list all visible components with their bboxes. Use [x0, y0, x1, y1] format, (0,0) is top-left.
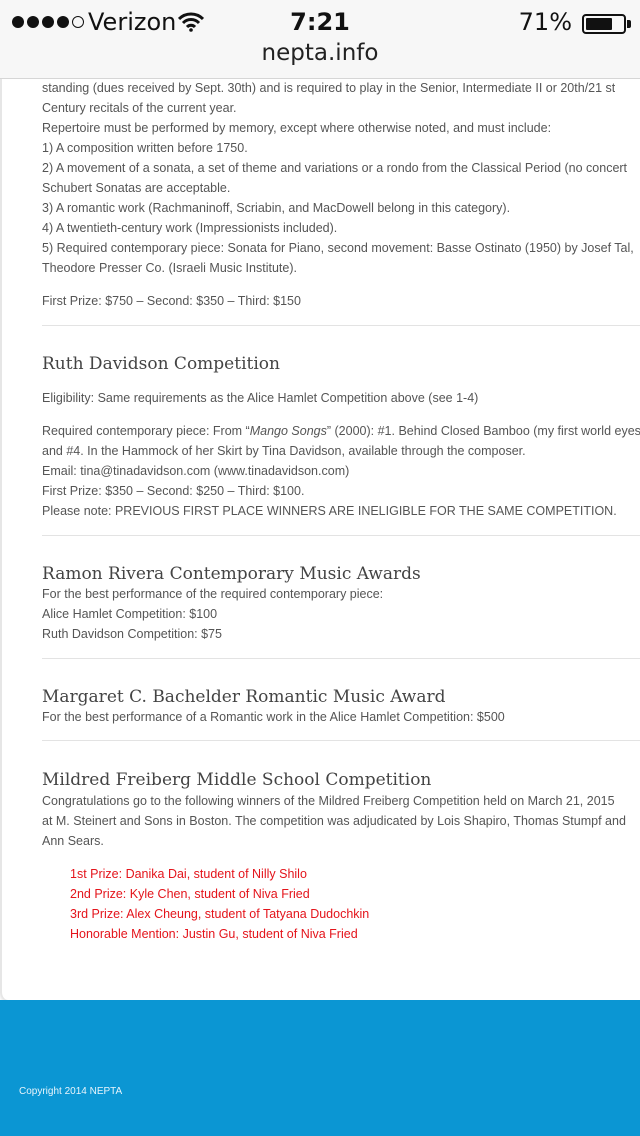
ruth-line: Please note: PREVIOUS FIRST PLACE WINNER… [42, 504, 617, 518]
section-divider [42, 325, 640, 326]
mildred-line: at M. Steinert and Sons in Boston. The c… [42, 814, 626, 828]
ruth-line: First Prize: $350 – Second: $250 – Third… [42, 484, 305, 498]
battery-icon [582, 14, 626, 34]
address-bar[interactable]: nepta.info [0, 40, 640, 66]
section-divider [42, 658, 640, 659]
section-title-mildred-freiberg: Mildred Freiberg Middle School Competiti… [42, 770, 432, 790]
section-divider [42, 740, 640, 741]
intro-line: Schubert Sonatas are acceptable. [42, 181, 231, 195]
ramon-line: For the best performance of the required… [42, 587, 384, 601]
site-footer: Copyright 2014 NEPTA [0, 1000, 640, 1136]
winner-honorable-mention: Honorable Mention: Justin Gu, student of… [70, 927, 358, 941]
mildred-line: Ann Sears. [42, 834, 104, 848]
intro-line: 2) A movement of a sonata, a set of them… [42, 161, 628, 175]
ruth-email-line[interactable]: Email: tina@tinadavidson.com (www.tinada… [42, 461, 349, 481]
margaret-line: For the best performance of a Romantic w… [42, 710, 505, 724]
ruth-line: and #4. In the Hammock of her Skirt by T… [42, 444, 526, 458]
req-prefix: Required contemporary piece: From “ [42, 424, 250, 438]
section-title-ruth-davidson: Ruth Davidson Competition [42, 354, 280, 374]
req-suffix: ” (2000): #1. Behind Closed Bamboo (my f… [326, 424, 640, 438]
req-title-italic: Mango Songs [249, 424, 327, 438]
intro-line: 3) A romantic work (Rachmaninoff, Scriab… [42, 201, 511, 215]
copyright-text: Copyright 2014 NEPTA [19, 1086, 123, 1097]
winner-first-prize: 1st Prize: Danika Dai, student of Nilly … [70, 867, 307, 881]
ramon-line: Ruth Davidson Competition: $75 [42, 627, 222, 641]
mildred-line: Congratulations go to the following winn… [42, 794, 615, 808]
section-title-ramon-rivera: Ramon Rivera Contemporary Music Awards [42, 564, 421, 584]
ramon-line: Alice Hamlet Competition: $100 [42, 607, 218, 621]
intro-prizes: First Prize: $750 – Second: $350 – Third… [42, 294, 301, 308]
intro-line: Century recitals of the current year. [42, 101, 237, 115]
battery-percent: 71% [518, 8, 572, 36]
winner-third-prize: 3rd Prize: Alex Cheung, student of Tatya… [70, 907, 370, 921]
intro-line: standing (dues received by Sept. 30th) a… [42, 81, 616, 95]
status-bar: Verizon 7:21 71% [0, 6, 640, 38]
intro-line: Theodore Presser Co. (Israeli Music Inst… [42, 261, 297, 275]
intro-line: 4) A twentieth-century work (Impressioni… [42, 221, 338, 235]
winner-second-prize: 2nd Prize: Kyle Chen, student of Niva Fr… [70, 887, 310, 901]
intro-line: 1) A composition written before 1750. [42, 141, 248, 155]
page-content-card: standing (dues received by Sept. 30th) a… [0, 60, 640, 1000]
section-divider [42, 535, 640, 536]
ruth-eligibility: Eligibility: Same requirements as the Al… [42, 391, 479, 405]
battery-nub [627, 20, 631, 28]
browser-top-bar: Verizon 7:21 71% nepta.info [0, 0, 640, 79]
intro-line: 5) Required contemporary piece: Sonata f… [42, 241, 634, 255]
ruth-required-piece: Required contemporary piece: From “Mango… [42, 421, 640, 441]
section-title-margaret-bachelder: Margaret C. Bachelder Romantic Music Awa… [42, 687, 446, 707]
intro-line: Repertoire must be performed by memory, … [42, 121, 552, 135]
